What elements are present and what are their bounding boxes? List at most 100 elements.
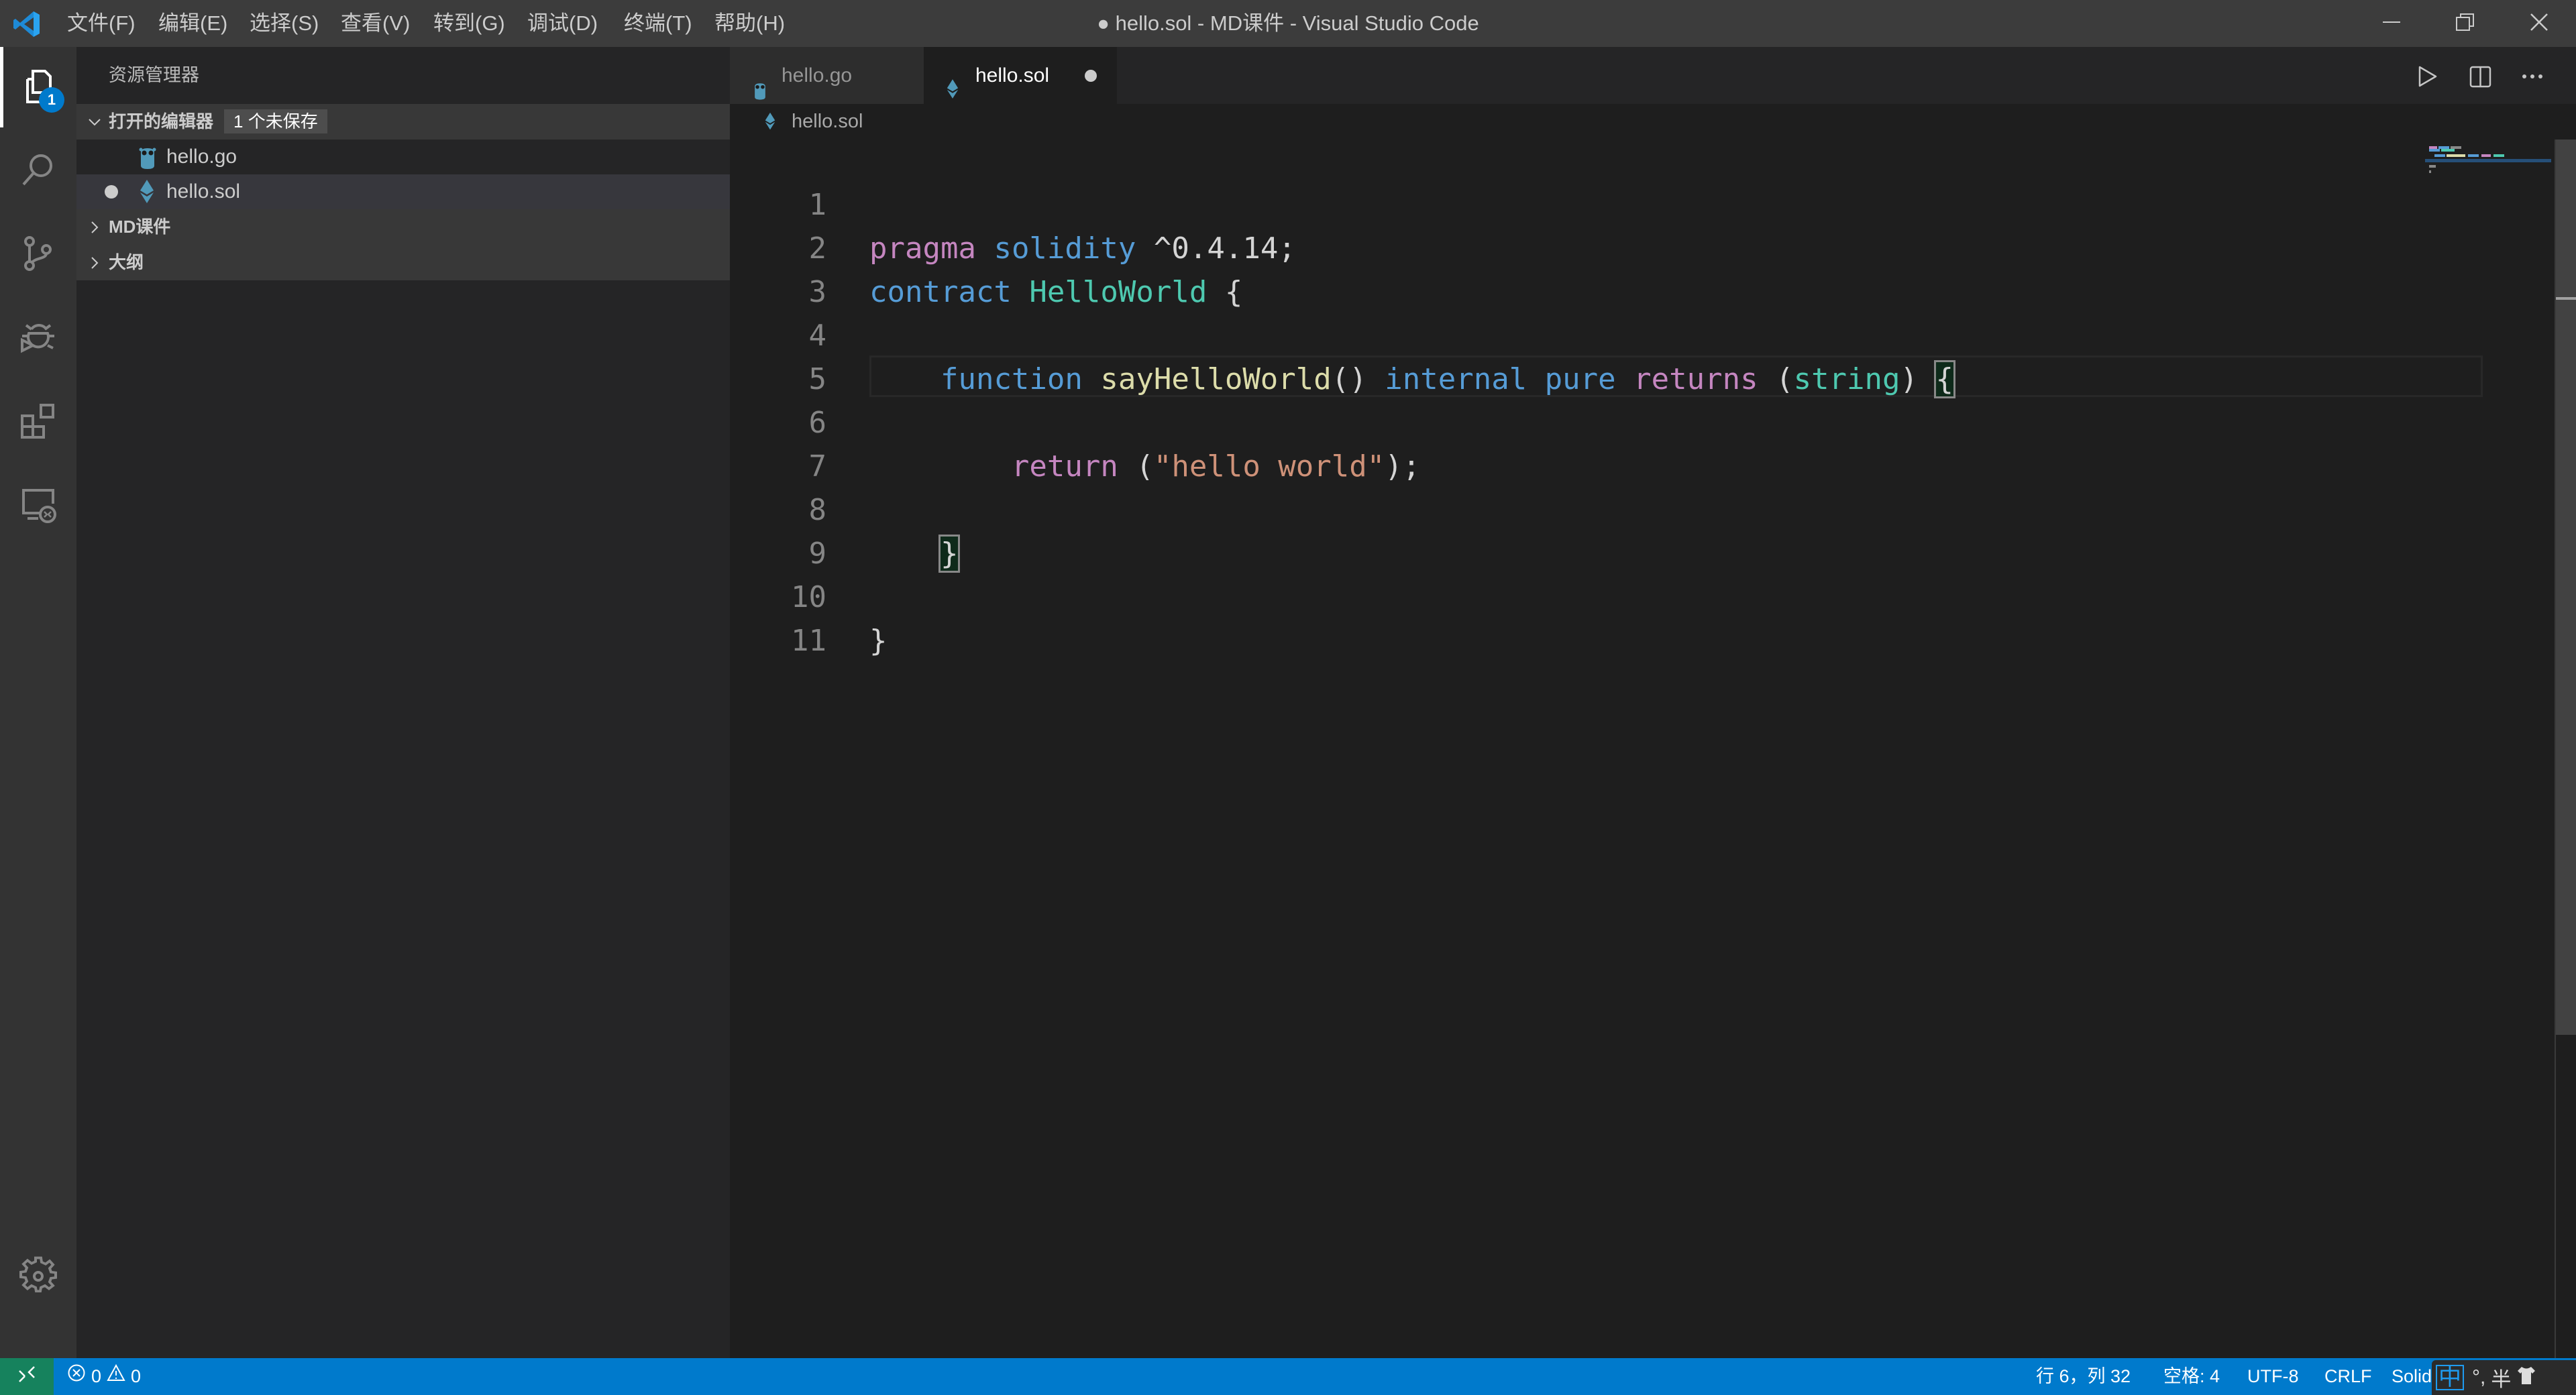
token: ^0.4.14; (1153, 231, 1296, 266)
tab-hello-sol[interactable]: hello.sol (924, 47, 1117, 104)
activity-explorer[interactable]: 1 (0, 47, 76, 127)
token: HelloWorld (1029, 275, 1208, 309)
activity-remote-explorer[interactable] (0, 466, 76, 547)
matched-bracket: { (1933, 360, 1955, 398)
unsaved-count-badge: 1 个未保存 (224, 109, 327, 134)
open-editors-label-wrap: 打开的编辑器 1 个未保存 (109, 104, 327, 140)
minimize-button[interactable] (2355, 0, 2428, 47)
menu-edit[interactable]: 编辑(E) (150, 0, 235, 47)
folder-section-header[interactable]: MD课件 (76, 209, 730, 245)
token: () (1331, 362, 1367, 396)
scrollbar-thumb[interactable] (2556, 140, 2576, 1035)
ime-skin-icon[interactable] (2515, 1364, 2538, 1392)
token: string (1793, 362, 1900, 396)
restore-button[interactable] (2428, 0, 2502, 47)
breadcrumb-file[interactable]: hello.sol (792, 104, 863, 140)
chevron-right-icon (85, 245, 105, 280)
open-editor-filename: hello.go (166, 146, 237, 168)
settings-button[interactable] (0, 1237, 76, 1318)
open-editor-item[interactable]: hello.go (76, 140, 730, 174)
token: internal (1385, 362, 1527, 396)
explorer-sidebar: 资源管理器 打开的编辑器 1 个未保存 hello.go hello.sol MD… (76, 47, 730, 1358)
ime-width-toggle[interactable]: 半 (2491, 1363, 2511, 1392)
sidebar-title: 资源管理器 (109, 65, 199, 85)
outline-section-header[interactable]: 大纲 (76, 245, 730, 280)
dirty-dot-icon[interactable] (105, 185, 118, 199)
dirty-dot-icon[interactable] (1085, 70, 1097, 82)
remote-indicator-button[interactable] (0, 1358, 54, 1395)
active-indicator (0, 47, 3, 127)
run-button[interactable] (2412, 60, 2444, 93)
chevron-down-icon (85, 104, 105, 140)
minimap-token (2429, 149, 2440, 152)
ethereum-icon (765, 112, 775, 136)
encoding-setting[interactable]: UTF-8 (2247, 1358, 2299, 1395)
warning-count: 0 (131, 1366, 142, 1386)
debug-icon (18, 317, 58, 361)
activity-bar: 1 (0, 47, 76, 1358)
tab-label: hello.sol (975, 64, 1050, 87)
token: } (869, 624, 888, 658)
tab-label: hello.go (782, 64, 853, 87)
search-icon (18, 150, 58, 193)
code-line: 2 contract HelloWorld { (730, 183, 1243, 309)
minimap-token (2493, 154, 2504, 157)
menu-terminal[interactable]: 终端(T) (616, 0, 700, 47)
split-editor-icon (2464, 66, 2496, 95)
code-editor[interactable]: 1 pragma solidity ^0.4.14; 2 contract He… (730, 140, 2576, 1358)
tab-hello-go[interactable]: hello.go (730, 47, 924, 104)
indentation-setting[interactable]: 空格: 4 (2163, 1358, 2220, 1395)
menu-file[interactable]: 文件(F) (59, 0, 144, 47)
close-button[interactable] (2502, 0, 2576, 47)
problems-button[interactable]: 0 0 (67, 1358, 141, 1395)
error-icon (67, 1358, 86, 1395)
token: function (940, 362, 1083, 396)
menu-help[interactable]: 帮助(H) (706, 0, 793, 47)
remote-explorer-icon (18, 485, 58, 528)
minimap-token (2441, 149, 2455, 152)
menu-view[interactable]: 查看(V) (333, 0, 418, 47)
menu-go[interactable]: 转到(G) (425, 0, 513, 47)
ime-punct-toggle[interactable]: °, (2472, 1366, 2485, 1389)
token: sayHelloWorld (1100, 362, 1332, 396)
minimap-token (2434, 154, 2445, 157)
activity-debug[interactable] (0, 298, 76, 379)
cursor-position[interactable]: 行 6，列 32 (2036, 1358, 2131, 1395)
minimap-token (2447, 154, 2465, 157)
ime-mode-toggle[interactable]: 中 (2436, 1365, 2464, 1390)
activity-source-control[interactable] (0, 215, 76, 295)
line-ending-setting[interactable]: CRLF (2324, 1358, 2372, 1395)
settings-gear-icon (18, 1256, 58, 1300)
token: returns (1633, 362, 1758, 396)
open-editors-header[interactable]: 打开的编辑器 1 个未保存 (76, 104, 730, 140)
warning-icon (107, 1358, 125, 1395)
token: { (1224, 275, 1243, 309)
code-line: 10 } (730, 532, 887, 658)
chevron-right-icon (85, 209, 105, 245)
code-line: 7 (730, 401, 827, 484)
language-mode[interactable]: Solidity (2392, 1358, 2432, 1395)
activity-search[interactable] (0, 131, 76, 211)
activity-extensions[interactable] (0, 382, 76, 463)
extensions-icon (18, 401, 58, 445)
more-actions-button[interactable] (2516, 60, 2548, 93)
status-bar: 0 0 行 6，列 32 空格: 4 UTF-8 CRLF Solidity 中… (0, 1358, 2576, 1395)
token: solidity (994, 231, 1136, 266)
menu-selection[interactable]: 选择(S) (241, 0, 327, 47)
outline-section-label: 大纲 (109, 252, 144, 272)
token: return (1011, 449, 1118, 484)
code-line: 11 (730, 575, 826, 658)
minimap-token (2429, 165, 2436, 168)
token: pure (1544, 362, 1616, 396)
run-icon (2412, 66, 2444, 95)
code-line: 8 } (730, 445, 961, 573)
open-editor-item[interactable]: hello.sol (76, 174, 730, 209)
minimap[interactable] (2425, 140, 2556, 408)
token: "hello world" (1153, 449, 1385, 484)
open-editor-filename: hello.sol (166, 180, 241, 203)
error-count: 0 (91, 1366, 102, 1386)
matched-bracket: } (938, 535, 961, 573)
split-editor-button[interactable] (2464, 60, 2496, 93)
menu-debug[interactable]: 调试(D) (519, 0, 606, 47)
code-line: 5 (730, 314, 827, 396)
